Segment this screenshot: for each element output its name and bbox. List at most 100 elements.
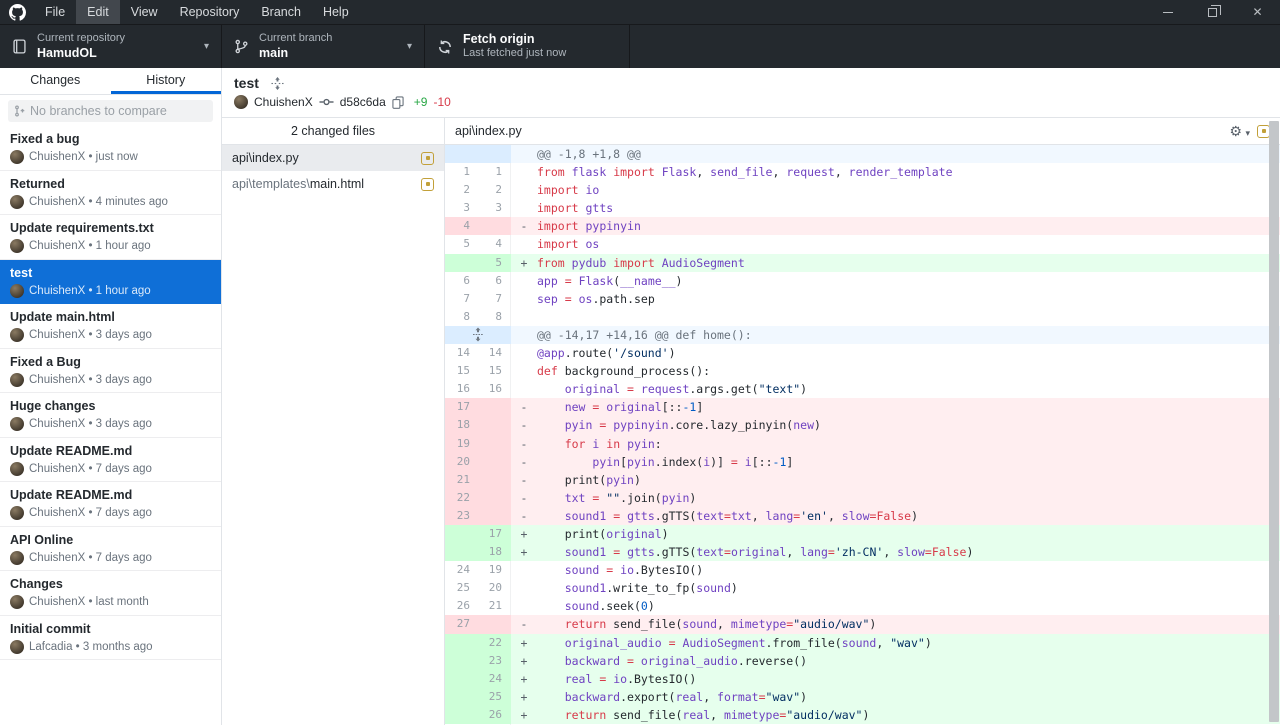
code-token: request: [786, 165, 834, 179]
menu-item-file[interactable]: File: [34, 0, 76, 24]
code-token: print(: [537, 473, 606, 487]
code-token: .path.sep: [592, 292, 654, 306]
code-token: :: [655, 437, 662, 451]
code-line: for i in pyin:: [537, 435, 1280, 453]
diff-code-row: 2520 sound1.write_to_fp(sound): [445, 579, 1280, 597]
code-token: request: [641, 382, 689, 396]
diff-code-row: 18+ sound1 = gtts.gTTS(text=original, la…: [445, 543, 1280, 561]
code-token: .route(: [565, 346, 613, 360]
line-number-old: [445, 670, 477, 688]
commit-item-meta: ChuishenX • 3 days ago: [10, 328, 211, 342]
diff-sign: -: [511, 507, 537, 525]
fetch-origin-button[interactable]: Fetch origin Last fetched just now: [425, 25, 630, 68]
commit-list-item[interactable]: Update main.htmlChuishenX • 3 days ago: [0, 304, 221, 349]
diff-gutter: 2520: [445, 579, 511, 597]
code-line: new = original[::-1]: [537, 398, 1280, 416]
diff-hunk-header-row[interactable]: @@ -14,17 +14,16 @@ def home():: [445, 326, 1280, 344]
avatar: [10, 551, 24, 565]
branch-filter-input[interactable]: [30, 104, 207, 118]
copy-icon[interactable]: [392, 96, 404, 109]
menu-item-help[interactable]: Help: [312, 0, 360, 24]
code-token: .export(: [620, 690, 675, 704]
code-token: io: [620, 563, 634, 577]
diff-sign: [511, 597, 537, 615]
commit-item-meta-text: ChuishenX • 3 days ago: [29, 329, 152, 341]
drag-move-icon[interactable]: [271, 77, 284, 90]
diff-code-row: 22import io: [445, 181, 1280, 199]
code-token: [537, 437, 565, 451]
avatar: [10, 328, 24, 342]
diff-code-row: 27- return send_file(sound, mimetype="au…: [445, 615, 1280, 633]
line-number-old: 8: [445, 308, 477, 326]
commit-list-item[interactable]: Update README.mdChuishenX • 7 days ago: [0, 438, 221, 483]
commit-list-item[interactable]: API OnlineChuishenX • 7 days ago: [0, 527, 221, 572]
line-number-old: 2: [445, 181, 477, 199]
commit-list-item[interactable]: Huge changesChuishenX • 3 days ago: [0, 393, 221, 438]
maximize-button[interactable]: [1190, 0, 1235, 24]
menu-item-edit[interactable]: Edit: [76, 0, 120, 24]
code-token: [558, 274, 565, 288]
line-number-new: [477, 615, 509, 633]
tab-changes[interactable]: Changes: [0, 68, 111, 94]
menu-item-view[interactable]: View: [120, 0, 169, 24]
commit-list-item[interactable]: Fixed a BugChuishenX • 3 days ago: [0, 349, 221, 394]
line-number-old: [445, 525, 477, 543]
commit-item-meta: ChuishenX • 7 days ago: [10, 506, 211, 520]
diff-gutter: 33: [445, 199, 511, 217]
code-token: =: [669, 636, 676, 650]
expand-hunk-button[interactable]: [472, 327, 483, 342]
commit-list-item[interactable]: Update README.mdChuishenX • 7 days ago: [0, 482, 221, 527]
file-row[interactable]: api\templates\main.html: [222, 171, 444, 197]
hunk-header-text: @@ -1,8 +1,8 @@: [537, 145, 1280, 163]
menu-item-repository[interactable]: Repository: [169, 0, 251, 24]
commit-list-item[interactable]: Initial commitLafcadia • 3 months ago: [0, 616, 221, 661]
menu-item-branch[interactable]: Branch: [250, 0, 312, 24]
code-token: sep: [537, 292, 558, 306]
diff-code-row: 22+ original_audio = AudioSegment.from_f…: [445, 634, 1280, 652]
line-number-old: 20: [445, 453, 477, 471]
diff-gutter: 11: [445, 163, 511, 181]
line-number-old: 26: [445, 597, 477, 615]
minimize-icon: [1163, 12, 1173, 13]
code-token: =: [627, 382, 634, 396]
code-token: sound: [842, 636, 877, 650]
diff-sign: [511, 579, 537, 597]
code-token: .write_to_fp(: [606, 581, 696, 595]
code-token: send_file(: [606, 708, 682, 722]
diff-gutter: 25: [445, 688, 511, 706]
branch-switcher-button[interactable]: Current branch main ▾: [222, 25, 425, 68]
diff-code-row: 66app = Flask(__name__): [445, 272, 1280, 290]
commit-list-item[interactable]: ReturnedChuishenX • 4 minutes ago: [0, 171, 221, 216]
code-line: @app.route('/sound'): [537, 344, 1280, 362]
commit-item-meta: ChuishenX • 7 days ago: [10, 462, 211, 476]
diff-gutter: 77: [445, 290, 511, 308]
commit-list-item[interactable]: ChangesChuishenX • last month: [0, 571, 221, 616]
avatar: [10, 150, 24, 164]
diff-hunk-header-row[interactable]: @@ -1,8 +1,8 @@: [445, 145, 1280, 163]
branch-filter-box[interactable]: [8, 100, 213, 122]
code-token: [: [620, 455, 627, 469]
code-token: import: [613, 256, 655, 270]
tab-history[interactable]: History: [111, 68, 222, 94]
file-row[interactable]: api\index.py: [222, 145, 444, 171]
diff-scrollbar-thumb[interactable]: [1269, 121, 1279, 722]
commit-item-meta-text: ChuishenX • just now: [29, 151, 138, 163]
minimize-button[interactable]: [1145, 0, 1190, 24]
diff-sign: [511, 380, 537, 398]
code-token: =: [627, 654, 634, 668]
line-number-new: 25: [477, 688, 509, 706]
diff-options-button[interactable]: ⚙ ▾: [1229, 123, 1250, 140]
diff-sign: [511, 290, 537, 308]
line-number-new: [477, 435, 509, 453]
commit-list-item[interactable]: testChuishenX • 1 hour ago: [0, 260, 221, 305]
window-controls: ✕: [1145, 0, 1280, 24]
code-token: ): [911, 509, 918, 523]
code-line: backward.export(real, format="wav"): [537, 688, 1280, 706]
code-token: ,: [828, 509, 842, 523]
diff-code-row: 1414@app.route('/sound'): [445, 344, 1280, 362]
repository-switcher-button[interactable]: Current repository HamudOL ▾: [0, 25, 222, 68]
commit-list-item[interactable]: Fixed a bugChuishenX • just now: [0, 126, 221, 171]
branch-name: main: [259, 46, 332, 62]
commit-list-item[interactable]: Update requirements.txtChuishenX • 1 hou…: [0, 215, 221, 260]
close-button[interactable]: ✕: [1235, 0, 1280, 24]
